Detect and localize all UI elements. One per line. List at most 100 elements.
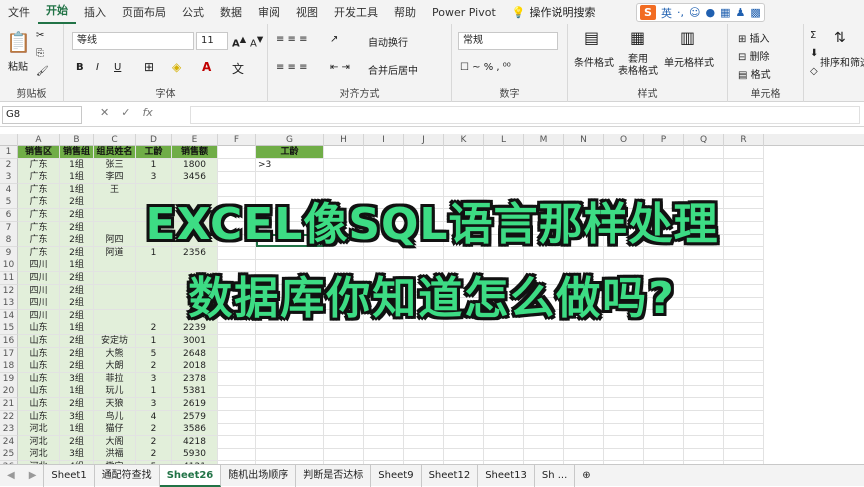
column-header-K[interactable]: K bbox=[444, 134, 484, 146]
cell-I17[interactable] bbox=[364, 347, 404, 361]
cell-G24[interactable] bbox=[256, 435, 324, 449]
cell-I24[interactable] bbox=[364, 435, 404, 449]
cell-P2[interactable] bbox=[644, 158, 684, 172]
cell-G18[interactable] bbox=[256, 360, 324, 374]
cell-G25[interactable] bbox=[256, 448, 324, 462]
cell-R18[interactable] bbox=[724, 360, 764, 374]
cell-P3[interactable] bbox=[644, 171, 684, 185]
cell-A18[interactable]: 山东 bbox=[18, 360, 60, 374]
cell-I23[interactable] bbox=[364, 423, 404, 437]
cell-L24[interactable] bbox=[484, 435, 524, 449]
cell-M21[interactable] bbox=[524, 398, 564, 411]
cell-H1[interactable] bbox=[324, 146, 364, 159]
cell-L21[interactable] bbox=[484, 398, 524, 411]
cell-N24[interactable] bbox=[564, 435, 604, 449]
cell-M3[interactable] bbox=[524, 171, 564, 185]
cell-D19[interactable]: 3 bbox=[136, 372, 172, 386]
table-format-icon[interactable]: ▦ bbox=[630, 28, 645, 47]
cell-F23[interactable] bbox=[218, 423, 256, 437]
cell-Q25[interactable] bbox=[684, 448, 724, 462]
cell-A21[interactable]: 山东 bbox=[18, 398, 60, 411]
sort-filter-icon[interactable]: ⇅ bbox=[834, 30, 846, 46]
row-header[interactable]: 21 bbox=[0, 398, 18, 411]
cell-B17[interactable]: 2组 bbox=[60, 347, 94, 361]
cell-B2[interactable]: 1组 bbox=[60, 158, 94, 172]
cell-I16[interactable] bbox=[364, 335, 404, 348]
merge-center-button[interactable]: 合并后居中 bbox=[368, 62, 418, 77]
cell-N20[interactable] bbox=[564, 385, 604, 399]
cell-H2[interactable] bbox=[324, 158, 364, 172]
conditional-format-button[interactable]: 条件格式 bbox=[574, 54, 614, 69]
tab-2[interactable]: 插入 bbox=[76, 4, 114, 20]
cell-C2[interactable]: 张三 bbox=[94, 158, 136, 172]
insert-button[interactable]: ⊞ 插入 bbox=[738, 30, 770, 45]
cell-F19[interactable] bbox=[218, 372, 256, 386]
cell-E16[interactable]: 3001 bbox=[172, 335, 218, 348]
cell-O22[interactable] bbox=[604, 410, 644, 424]
cell-I22[interactable] bbox=[364, 410, 404, 424]
row-header[interactable]: 18 bbox=[0, 360, 18, 374]
cell-M19[interactable] bbox=[524, 372, 564, 386]
cell-L23[interactable] bbox=[484, 423, 524, 437]
cell-E22[interactable]: 2579 bbox=[172, 410, 218, 424]
grid-icon[interactable]: ▩ bbox=[750, 6, 760, 19]
column-header-J[interactable]: J bbox=[404, 134, 444, 146]
row-header[interactable]: 16 bbox=[0, 335, 18, 348]
cell-L19[interactable] bbox=[484, 372, 524, 386]
cell-styles-icon[interactable]: ▥ bbox=[680, 28, 695, 47]
shrink-font-button[interactable]: A▼ bbox=[250, 34, 263, 49]
cell-L1[interactable] bbox=[484, 146, 524, 159]
cell-Q20[interactable] bbox=[684, 385, 724, 399]
cell-H18[interactable] bbox=[324, 360, 364, 374]
cell-E24[interactable]: 4218 bbox=[172, 435, 218, 449]
align-top-icon[interactable]: ≡ ≡ ≡ bbox=[276, 34, 308, 45]
cell-E1[interactable]: 销售额 bbox=[172, 146, 218, 159]
row-header[interactable]: 3 bbox=[0, 171, 18, 185]
cell-N1[interactable] bbox=[564, 146, 604, 159]
cell-R1[interactable] bbox=[724, 146, 764, 159]
cell-D17[interactable]: 5 bbox=[136, 347, 172, 361]
cell-D20[interactable]: 1 bbox=[136, 385, 172, 399]
cell-B3[interactable]: 1组 bbox=[60, 171, 94, 185]
formula-buttons[interactable]: ✕✓fx bbox=[100, 106, 153, 119]
cell-E23[interactable]: 3586 bbox=[172, 423, 218, 437]
cell-I2[interactable] bbox=[364, 158, 404, 172]
cell-C18[interactable]: 大朗 bbox=[94, 360, 136, 374]
ime-mode[interactable]: 英 bbox=[661, 5, 672, 21]
cell-L22[interactable] bbox=[484, 410, 524, 424]
cell-D25[interactable]: 2 bbox=[136, 448, 172, 462]
cell-F3[interactable] bbox=[218, 171, 256, 185]
cell-C1[interactable]: 组员姓名 bbox=[94, 146, 136, 159]
cell-A24[interactable]: 河北 bbox=[18, 435, 60, 449]
cell-K18[interactable] bbox=[444, 360, 484, 374]
column-header-F[interactable]: F bbox=[218, 134, 256, 146]
cell-G3[interactable] bbox=[256, 171, 324, 185]
cell-N25[interactable] bbox=[564, 448, 604, 462]
sheet-tab-5[interactable]: Sheet9 bbox=[371, 464, 422, 487]
cell-K24[interactable] bbox=[444, 435, 484, 449]
underline-button[interactable]: U bbox=[114, 62, 121, 73]
cell-P17[interactable] bbox=[644, 347, 684, 361]
grow-font-button[interactable]: A▲ bbox=[232, 34, 246, 49]
cell-B25[interactable]: 3组 bbox=[60, 448, 94, 462]
cell-R23[interactable] bbox=[724, 423, 764, 437]
cell-L25[interactable] bbox=[484, 448, 524, 462]
font-name-select[interactable]: 等线 bbox=[72, 32, 194, 50]
cell-K1[interactable] bbox=[444, 146, 484, 159]
sort-filter-button[interactable]: 排序和筛选 bbox=[820, 54, 864, 69]
cell-O20[interactable] bbox=[604, 385, 644, 399]
cell-A25[interactable]: 河北 bbox=[18, 448, 60, 462]
cell-I20[interactable] bbox=[364, 385, 404, 399]
cell-R21[interactable] bbox=[724, 398, 764, 411]
sheet-tab-0[interactable]: Sheet1 bbox=[44, 464, 95, 487]
sheet-tab-1[interactable]: 通配符查找 bbox=[95, 464, 160, 487]
cell-K3[interactable] bbox=[444, 171, 484, 185]
table-format-button[interactable]: 套用 表格格式 bbox=[618, 54, 658, 78]
cell-I25[interactable] bbox=[364, 448, 404, 462]
row-header[interactable]: 2 bbox=[0, 158, 18, 172]
cell-I3[interactable] bbox=[364, 171, 404, 185]
cell-E25[interactable]: 5930 bbox=[172, 448, 218, 462]
cell-A1[interactable]: 销售区 bbox=[18, 146, 60, 159]
cell-K23[interactable] bbox=[444, 423, 484, 437]
cell-Q19[interactable] bbox=[684, 372, 724, 386]
